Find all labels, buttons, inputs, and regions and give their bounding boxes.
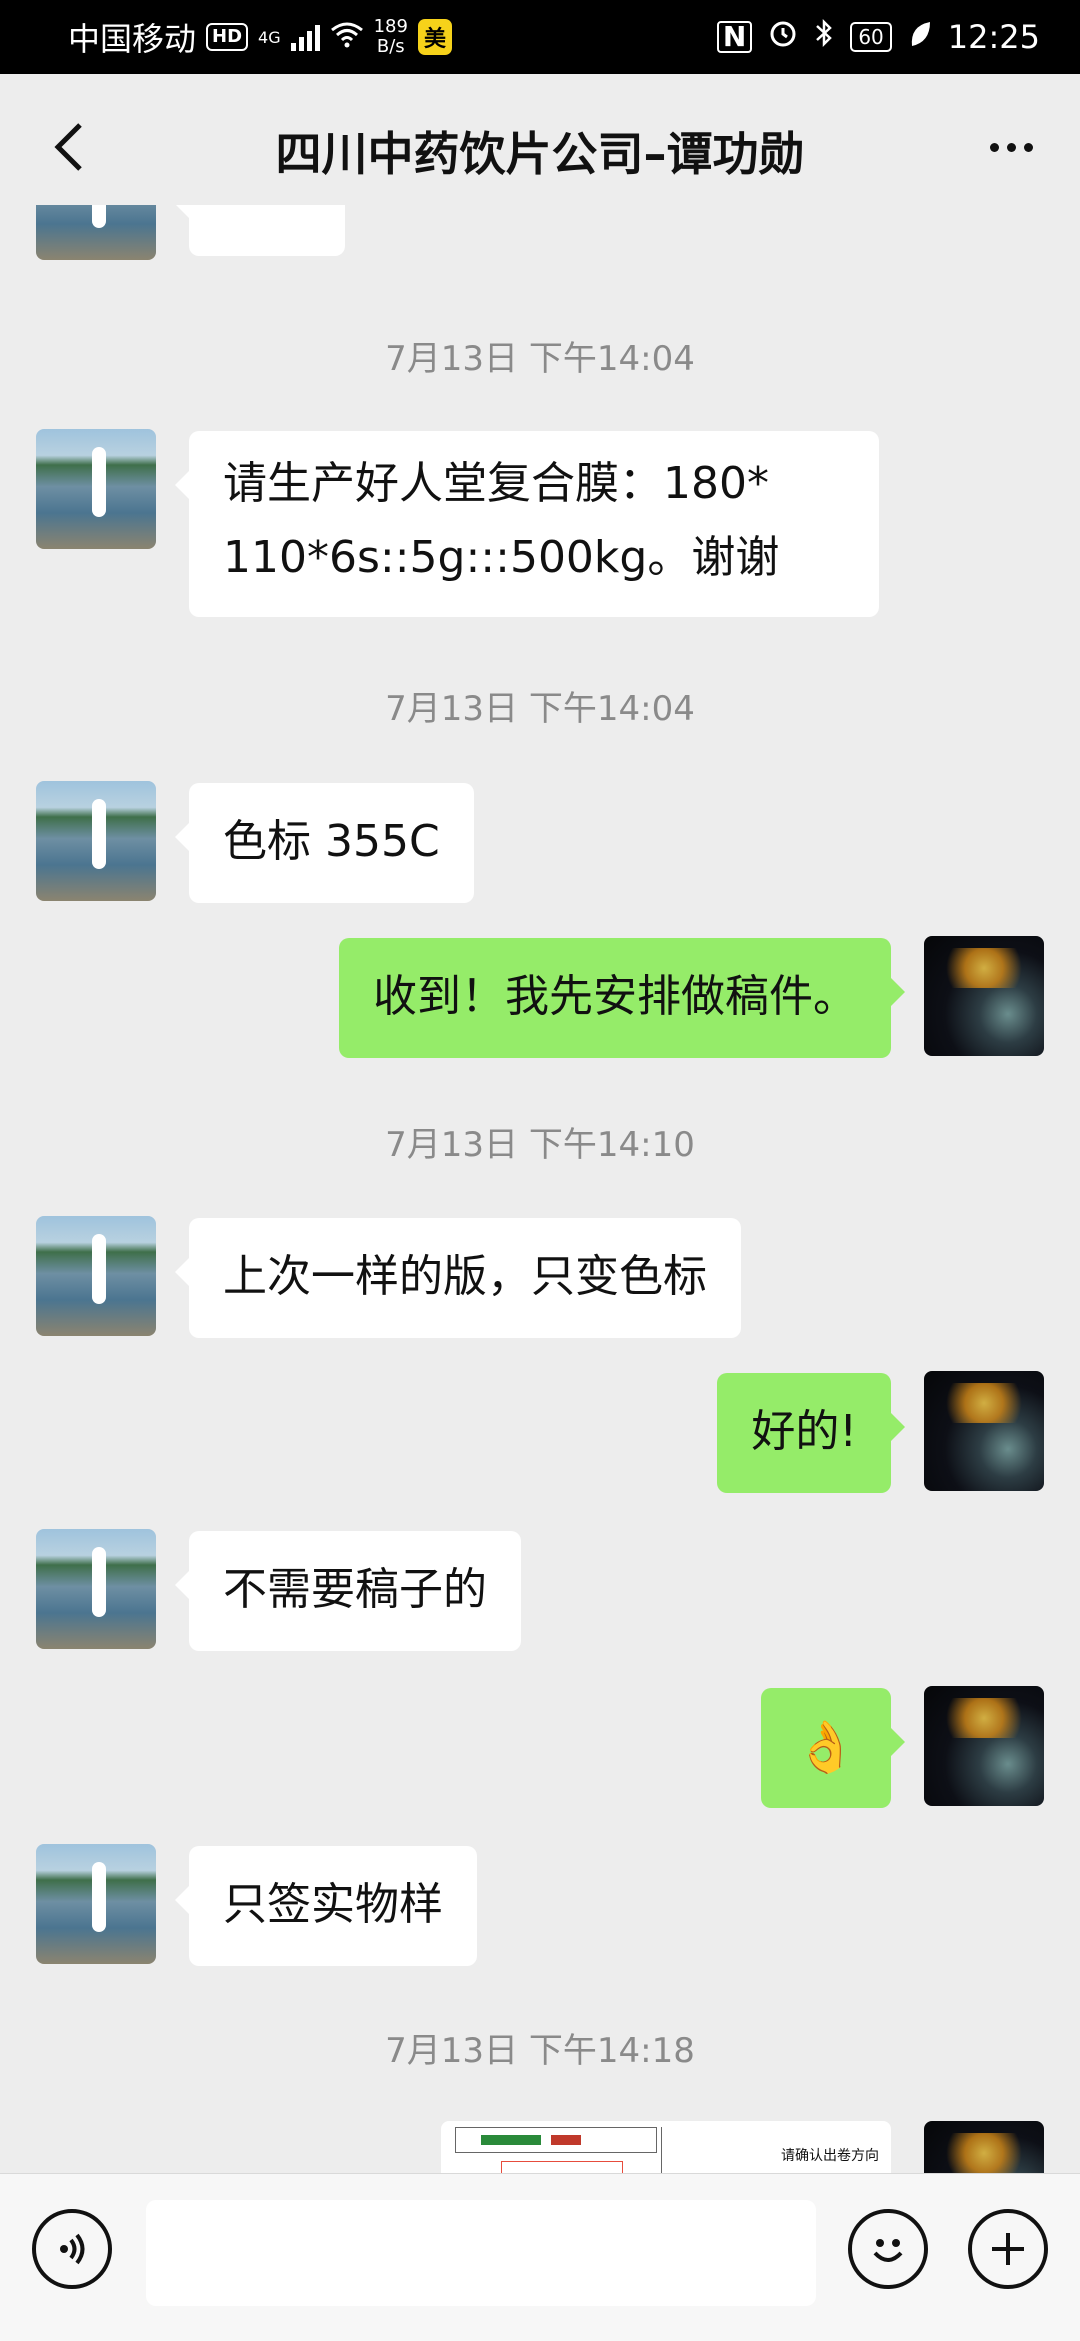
contact-avatar[interactable] [36, 1529, 156, 1649]
smiley-icon [873, 2239, 903, 2262]
my-avatar[interactable] [924, 1371, 1044, 1491]
voice-input-button[interactable] [32, 2209, 112, 2289]
signal-icon [290, 23, 320, 51]
my-avatar[interactable] [924, 936, 1044, 1056]
image-message[interactable]: 请确认出卷方向 [441, 2121, 891, 2173]
message-text-line: 110*6s::5g:::500kg。谢谢 [223, 532, 780, 583]
message-bubble-outgoing[interactable]: 好的! [717, 1373, 905, 1493]
message-row: 请确认出卷方向 [0, 2121, 1080, 2173]
wifi-icon [330, 18, 364, 56]
message-text-line: 请生产好人堂复合膜：180* [223, 458, 769, 509]
message-text: 上次一样的版，只变色标 [223, 1251, 707, 1302]
chat-title: 四川中药饮片公司–谭功勋 [275, 127, 805, 181]
voice-icon [60, 2233, 85, 2265]
message-row: 👌 [0, 1686, 1080, 1816]
timestamp: 7月13日 下午14:18 [385, 2031, 695, 2071]
contact-avatar[interactable] [36, 429, 156, 549]
message-row: 收到！我先安排做稿件。 [0, 936, 1080, 1066]
net-speed: 189 B/s [374, 17, 408, 57]
battery-icon: 60 [850, 22, 892, 52]
my-avatar[interactable] [924, 1686, 1044, 1806]
message-bubble-incoming[interactable]: 不需要稿子的 [175, 1531, 521, 1651]
message-row: 请生产好人堂复合膜：180* 110*6s::5g:::500kg。谢谢 [0, 429, 1080, 629]
timestamp: 7月13日 下午14:04 [385, 689, 695, 729]
message-bubble-incoming[interactable]: 上次一样的版，只变色标 [175, 1218, 741, 1338]
message-text: 收到！我先安排做稿件。 [373, 971, 857, 1022]
emoji-button[interactable] [848, 2209, 928, 2289]
message-bubble-outgoing[interactable]: 收到！我先安排做稿件。 [339, 938, 905, 1058]
bluetooth-icon [814, 18, 834, 56]
message-bubble-incoming[interactable]: 色标 355C [175, 783, 474, 903]
more-functions-button[interactable] [968, 2209, 1048, 2289]
message-text: 只签实物样 [223, 1879, 443, 1930]
message-text: 色标 355C [223, 816, 440, 867]
timestamp: 7月13日 下午14:10 [385, 1125, 695, 1165]
message-row: 只签实物样 [0, 1844, 1080, 1974]
message-row: 不需要稿子的 [0, 1529, 1080, 1659]
carrier-label: 中国移动 [68, 20, 197, 58]
message-row: 上次一样的版，只变色标 [0, 1216, 1080, 1346]
contact-avatar[interactable] [36, 205, 156, 260]
my-avatar[interactable] [924, 2121, 1044, 2173]
message-text: 好的! [751, 1406, 857, 1457]
more-options-button[interactable] [976, 112, 1046, 182]
message-text: 不需要稿子的 [223, 1564, 487, 1615]
hd-icon: HD [206, 23, 249, 51]
message-bubble-outgoing[interactable]: 👌 [760, 1688, 906, 1808]
image-caption: 请确认出卷方向 [781, 2148, 879, 2164]
nfc-icon: N [716, 21, 753, 53]
contact-avatar[interactable] [36, 1844, 156, 1964]
contact-avatar[interactable] [36, 1216, 156, 1336]
message-row: 好的 [0, 205, 1080, 270]
message-row: 好的! [0, 1371, 1080, 1501]
message-text: 好的 [223, 205, 311, 212]
timestamp: 7月13日 下午14:04 [385, 339, 695, 379]
message-list[interactable]: 好的 7月13日 下午14:04 请生产好人堂复合膜：180* 110*6s::… [0, 205, 1080, 2173]
plus-icon [992, 2233, 1024, 2265]
message-row: 色标 355C [0, 781, 1080, 911]
ok-hand-emoji: 👌 [794, 1718, 857, 1776]
message-input[interactable] [146, 2200, 816, 2306]
input-bar [0, 2173, 1080, 2341]
net-speed-value: 189 [373, 16, 408, 37]
status-bar: 中国移动 HD 4G 189 B/s 美 N 60 12:25 [0, 0, 1080, 74]
message-bubble-incoming[interactable]: 请生产好人堂复合膜：180* 110*6s::5g:::500kg。谢谢 [175, 431, 879, 617]
clock-time: 12:25 [947, 18, 1040, 56]
contact-avatar[interactable] [36, 781, 156, 901]
leaf-icon [908, 18, 932, 56]
message-bubble-incoming[interactable]: 好的 [175, 205, 345, 256]
message-bubble-incoming[interactable]: 只签实物样 [175, 1846, 477, 1966]
alarm-icon [768, 18, 798, 56]
chat-header: 四川中药饮片公司–谭功勋 [0, 74, 1080, 222]
app-notification-icon: 美 [417, 19, 452, 55]
network-type-label: 4G [258, 27, 281, 47]
net-speed-unit: B/s [376, 36, 405, 57]
